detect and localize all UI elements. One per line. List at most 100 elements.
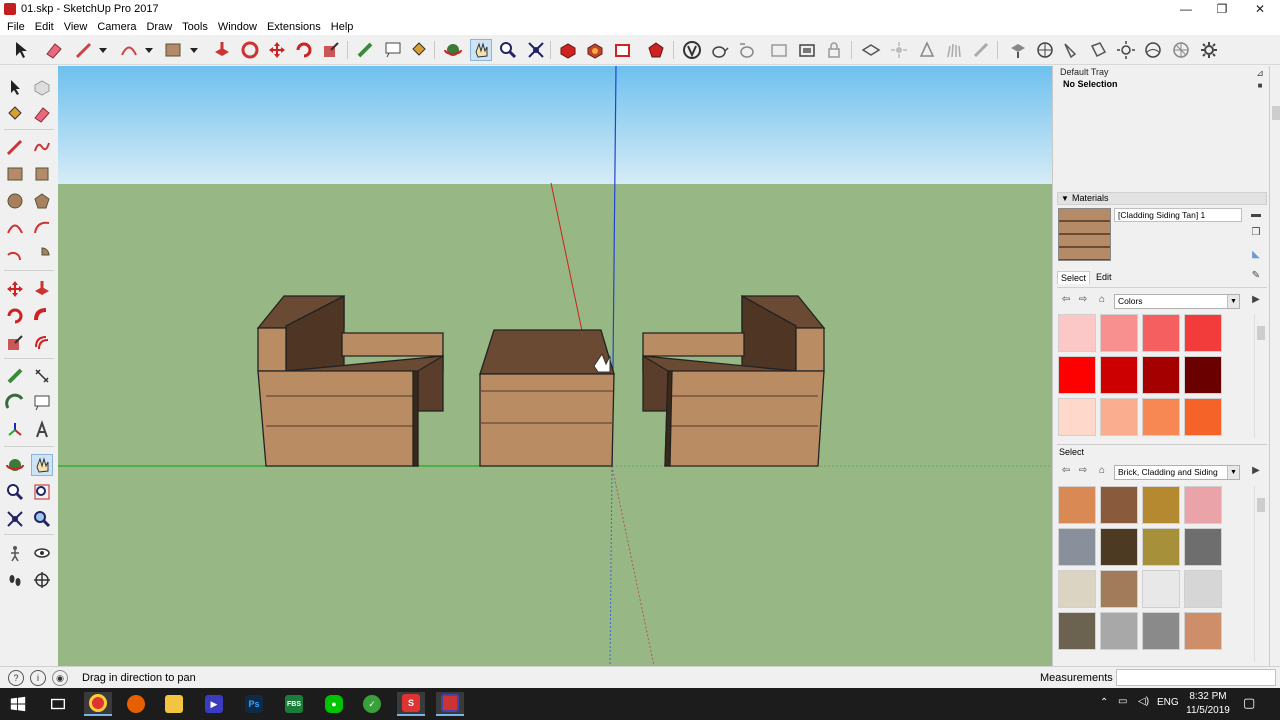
default-material-icon[interactable]: ◣ xyxy=(1249,248,1263,262)
mesh-light-icon[interactable] xyxy=(1087,39,1109,61)
menu-camera[interactable]: Camera xyxy=(92,21,141,33)
eraser-tool-icon[interactable] xyxy=(43,39,65,61)
measurements-input[interactable] xyxy=(1116,669,1276,686)
make-component-icon[interactable] xyxy=(31,76,53,98)
infinite-plane-icon[interactable] xyxy=(860,39,882,61)
send-to-layout-icon[interactable] xyxy=(612,39,634,61)
dropdown-arrow-icon[interactable] xyxy=(138,39,160,61)
back-arrow-icon[interactable]: ⇦ xyxy=(1059,464,1073,478)
texture-swatch[interactable] xyxy=(1058,570,1096,608)
select-tool-icon[interactable] xyxy=(10,39,32,61)
menu-file[interactable]: File xyxy=(2,21,30,33)
color-swatch[interactable] xyxy=(1142,356,1180,394)
chevron-down-icon[interactable]: ▼ xyxy=(1227,295,1239,308)
tray-chevron-icon[interactable]: ⌃ xyxy=(1100,697,1108,708)
sphere-icon[interactable] xyxy=(1142,39,1164,61)
arc-icon[interactable] xyxy=(4,217,26,239)
textures-scrollbar[interactable] xyxy=(1254,486,1266,662)
sphere-light-icon[interactable] xyxy=(1060,39,1082,61)
look-around-icon[interactable] xyxy=(31,542,53,564)
materials-panel-header[interactable]: ▼ Materials xyxy=(1057,192,1267,205)
display-secondary-icon[interactable]: ▬ xyxy=(1249,208,1263,222)
colors-scrollbar[interactable] xyxy=(1254,314,1266,438)
color-swatch[interactable] xyxy=(1142,314,1180,352)
visual-studio-icon[interactable]: ▶ xyxy=(200,692,228,716)
collapse-arrow-icon[interactable]: ▼ xyxy=(1061,193,1069,204)
library-select-bottom[interactable]: Brick, Cladding and Siding ▼ xyxy=(1114,465,1240,480)
menu-draw[interactable]: Draw xyxy=(141,21,177,33)
interactive-render-icon[interactable] xyxy=(736,39,758,61)
follow-me-icon[interactable] xyxy=(239,39,261,61)
clock[interactable]: 8:32 PM 11/5/2019 xyxy=(1178,690,1238,718)
speaker-icon[interactable]: ◁) xyxy=(1138,696,1149,707)
texture-swatch[interactable] xyxy=(1058,612,1096,650)
two-point-arc-icon[interactable] xyxy=(31,217,53,239)
material-name-field[interactable]: [Cladding Siding Tan] 1 xyxy=(1114,208,1242,222)
forward-arrow-icon[interactable]: ⇨ xyxy=(1076,293,1090,307)
camera-icon[interactable] xyxy=(1007,39,1029,61)
color-swatch[interactable] xyxy=(1058,314,1096,352)
zoom-tool-icon[interactable] xyxy=(497,39,519,61)
menu-extensions[interactable]: Extensions xyxy=(262,21,326,33)
rotate-tool-icon[interactable] xyxy=(293,39,315,61)
maximize-button[interactable]: ❐ xyxy=(1204,0,1240,18)
task-view-icon[interactable] xyxy=(44,692,72,716)
text-icon[interactable] xyxy=(31,392,53,414)
follow-me-icon[interactable] xyxy=(31,305,53,327)
scale-icon[interactable] xyxy=(4,332,26,354)
tab-select[interactable]: Select xyxy=(1057,271,1091,284)
grid-sphere-icon[interactable] xyxy=(1170,39,1192,61)
spot-light-icon[interactable] xyxy=(916,39,938,61)
green-app-icon[interactable]: ✓ xyxy=(358,692,386,716)
menu-help[interactable]: Help xyxy=(326,21,359,33)
3d-warehouse-icon[interactable] xyxy=(557,39,579,61)
texture-swatch[interactable] xyxy=(1100,612,1138,650)
line-app-icon[interactable]: ● xyxy=(320,692,348,716)
entity-info-icon[interactable]: ■ xyxy=(1253,79,1267,93)
color-swatch[interactable] xyxy=(1100,314,1138,352)
color-swatch[interactable] xyxy=(1184,356,1222,394)
rectangle-tool-icon[interactable] xyxy=(162,39,184,61)
library-select-top[interactable]: Colors ▼ xyxy=(1114,294,1240,309)
details-arrow-icon[interactable]: ▶ xyxy=(1249,464,1263,478)
close-button[interactable]: ✕ xyxy=(1242,0,1278,18)
tab-edit[interactable]: Edit xyxy=(1093,271,1115,284)
sketchup-taskbar-icon-2[interactable] xyxy=(436,692,464,716)
sun-icon[interactable] xyxy=(1115,39,1137,61)
fbs-icon[interactable]: FBS xyxy=(280,692,308,716)
rectangle-icon[interactable] xyxy=(4,163,26,185)
orbit-tool-icon[interactable] xyxy=(442,39,464,61)
protractor-icon[interactable] xyxy=(4,392,26,414)
texture-swatch[interactable] xyxy=(1184,612,1222,650)
home-icon[interactable]: ⌂ xyxy=(1095,293,1109,307)
texture-swatch[interactable] xyxy=(1058,486,1096,524)
user-icon[interactable]: ◉ xyxy=(52,670,68,686)
minimize-button[interactable]: — xyxy=(1168,0,1204,18)
push-pull-icon[interactable] xyxy=(31,278,53,300)
arc-tool-icon[interactable] xyxy=(118,39,140,61)
notification-icon[interactable]: ▢ xyxy=(1243,695,1255,711)
tape-measure-icon[interactable] xyxy=(354,39,376,61)
offset-icon[interactable] xyxy=(31,332,53,354)
paint-bucket-icon[interactable] xyxy=(408,39,430,61)
home-icon[interactable]: ⌂ xyxy=(1095,464,1109,478)
frame-buffer-icon[interactable] xyxy=(768,39,790,61)
texture-swatch[interactable] xyxy=(1058,528,1096,566)
texture-swatch[interactable] xyxy=(1184,528,1222,566)
tray-scrollbar[interactable] xyxy=(1269,66,1280,666)
color-swatch[interactable] xyxy=(1184,314,1222,352)
axes-icon[interactable] xyxy=(4,419,26,441)
details-arrow-icon[interactable]: ▶ xyxy=(1249,293,1263,307)
polygon-icon[interactable] xyxy=(31,190,53,212)
rotated-rectangle-icon[interactable] xyxy=(31,163,53,185)
pan-icon[interactable] xyxy=(31,454,53,476)
texture-swatch[interactable] xyxy=(1184,570,1222,608)
texture-swatch[interactable] xyxy=(1100,486,1138,524)
zoom-extents-icon[interactable] xyxy=(4,508,26,530)
menu-edit[interactable]: Edit xyxy=(30,21,59,33)
previous-view-icon[interactable] xyxy=(31,508,53,530)
color-swatch[interactable] xyxy=(1100,356,1138,394)
color-swatch[interactable] xyxy=(1142,398,1180,436)
omni-light-icon[interactable] xyxy=(888,39,910,61)
color-swatch[interactable] xyxy=(1058,398,1096,436)
